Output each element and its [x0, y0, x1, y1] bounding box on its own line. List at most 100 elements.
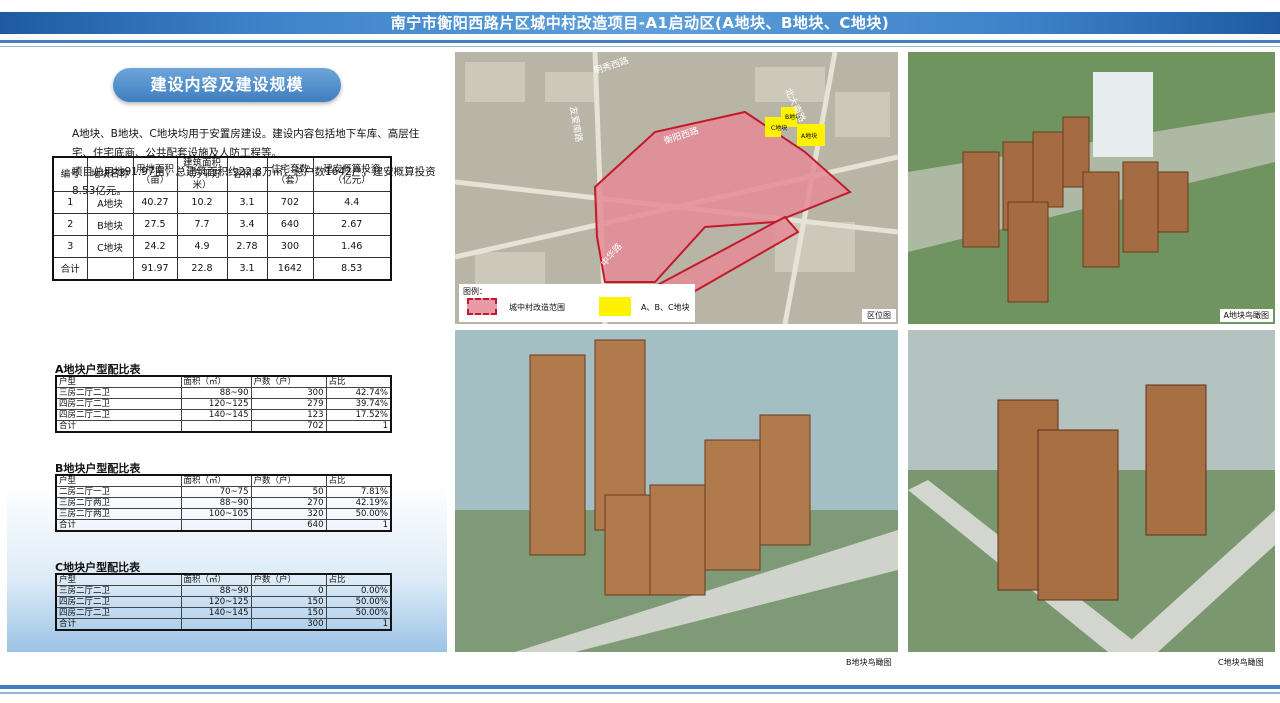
table-cell: 640 [266, 213, 314, 236]
table-row: 四房二厅二卫 140~145 123 17.52% [55, 409, 392, 421]
table-cell: 7.7 [176, 213, 228, 236]
table-cell [86, 257, 134, 280]
table-header-row: 户型 面积（㎡） 户数（户） 占比 [55, 573, 392, 586]
table-row: 三房二厅二卫 88~90 300 42.74% [55, 387, 392, 399]
aerial-b-graphic [455, 330, 898, 652]
table-cell: 户型 [55, 474, 182, 487]
table-cell: 40.27 [132, 191, 178, 214]
summary-header-cell: 建筑面积 （万平方米） [176, 156, 228, 192]
table-row: 合计 91.97 22.8 3.1 1642 8.53 [52, 257, 392, 280]
table-cell: 三房二厅二卫 [55, 585, 182, 597]
table-cell: 150 [250, 596, 327, 608]
table-cell: 140~145 [180, 607, 252, 619]
map-legend: 图例： 城中村改造范围 A、B、C地块 [459, 284, 695, 322]
table-cell: 面积（㎡） [180, 474, 252, 487]
table-cell: 合计 [52, 257, 88, 280]
table-row: 二房二厅一卫 70~75 50 7.81% [55, 486, 392, 498]
header: 南宁市衡阳西路片区城中村改造项目-A1启动区(A地块、B地块、C地块) [0, 0, 1280, 52]
table-cell: C地块 [86, 235, 134, 258]
table-cell: 279 [250, 398, 327, 410]
table-row: 四房二厅二卫 120~125 279 39.74% [55, 398, 392, 410]
table-cell: 0.00% [325, 585, 392, 597]
table-row: 2 B地块 27.5 7.7 3.4 640 2.67 [52, 213, 392, 236]
table-cell: 88~90 [180, 585, 252, 597]
table-cell: 150 [250, 607, 327, 619]
mix-table-b: 户型 面积（㎡） 户数（户） 占比 二房二厅一卫 70~75 50 7.81% … [55, 474, 392, 532]
table-row: 四房二厅二卫 120~125 150 50.00% [55, 596, 392, 608]
table-cell: 300 [250, 618, 327, 631]
table-cell: 50.00% [325, 607, 392, 619]
legend-title: 图例： [463, 287, 487, 296]
table-cell: 123 [250, 409, 327, 421]
table-row: 合计 640 1 [55, 519, 392, 532]
aerial-view-b [455, 330, 898, 652]
table-cell: 50.00% [325, 508, 392, 520]
footer-divider [0, 685, 1280, 689]
table-cell: 户型 [55, 375, 182, 388]
table-cell: 702 [250, 420, 327, 433]
summary-header-row: 编号 地块名称 用地面积 （亩） 建筑面积 （万平方米） 容积率 住宅套数 （套… [52, 156, 392, 192]
table-cell: 1 [52, 191, 88, 214]
aerial-b-caption: B地块鸟瞰图 [846, 658, 892, 667]
table-cell: 10.2 [176, 191, 228, 214]
table-cell: 300 [250, 387, 327, 399]
table-cell: 300 [266, 235, 314, 258]
table-row: 合计 300 1 [55, 618, 392, 631]
table-cell: 27.5 [132, 213, 178, 236]
table-cell: 合计 [55, 519, 182, 532]
summary-header-cell: 建安概算投资 （亿元） [312, 156, 392, 192]
legend-label-red: 城中村改造范围 [509, 303, 565, 312]
table-cell: 702 [266, 191, 314, 214]
table-cell: 4.4 [312, 191, 392, 214]
table-cell: 2.78 [226, 235, 268, 258]
table-cell: 三房二厅两卫 [55, 497, 182, 509]
aerial-view-c [908, 330, 1275, 652]
table-cell: 7.81% [325, 486, 392, 498]
table-cell: 四房二厅二卫 [55, 398, 182, 410]
table-cell: 50 [250, 486, 327, 498]
legend-swatch-yellow [599, 297, 631, 316]
table-cell: 88~90 [180, 497, 252, 509]
map-label-c: C地块 [771, 124, 787, 132]
legend-label-yellow: A、B、C地块 [641, 303, 690, 312]
header-divider [0, 40, 1280, 43]
table-cell: 四房二厅二卫 [55, 596, 182, 608]
page-title: 南宁市衡阳西路片区城中村改造项目-A1启动区(A地块、B地块、C地块) [390, 14, 890, 32]
table-cell: 100~105 [180, 508, 252, 520]
table-cell: B地块 [86, 213, 134, 236]
table-cell: 1 [325, 420, 392, 433]
table-cell: 面积（㎡） [180, 375, 252, 388]
aerial-c-graphic [908, 330, 1275, 652]
table-header-row: 户型 面积（㎡） 户数（户） 占比 [55, 474, 392, 487]
mix-table-a: 户型 面积（㎡） 户数（户） 占比 三房二厅二卫 88~90 300 42.74… [55, 375, 392, 433]
table-cell: 占比 [325, 375, 392, 388]
table-cell: 二房二厅一卫 [55, 486, 182, 498]
table-cell: 91.97 [132, 257, 178, 280]
table-cell: 8.53 [312, 257, 392, 280]
table-cell: 42.74% [325, 387, 392, 399]
table-cell: 四房二厅二卫 [55, 409, 182, 421]
table-cell: 2 [52, 213, 88, 236]
location-map: C地块 B地块 A地块 明秀西路 衡阳西路 北大南路 友爱南路 中华路 图例： … [455, 52, 898, 324]
table-cell: 3 [52, 235, 88, 258]
aerial-c-caption: C地块鸟瞰图 [1218, 658, 1264, 667]
summary-header-cell: 地块名称 [86, 156, 134, 192]
table-cell: 3.4 [226, 213, 268, 236]
table-row: 三房二厅二卫 88~90 0 0.00% [55, 585, 392, 597]
table-header-row: 户型 面积（㎡） 户数（户） 占比 [55, 375, 392, 388]
aerial-view-a: A地块鸟瞰图 [908, 52, 1275, 324]
table-cell: 合计 [55, 618, 182, 631]
aerial-a-caption: A地块鸟瞰图 [1219, 309, 1273, 322]
table-cell: 320 [250, 508, 327, 520]
table-cell [180, 519, 252, 532]
table-row: 三房二厅两卫 100~105 320 50.00% [55, 508, 392, 520]
summary-header-cell: 用地面积 （亩） [132, 156, 178, 192]
table-cell: 三房二厅两卫 [55, 508, 182, 520]
section-title: 建设内容及建设规模 [113, 68, 341, 102]
table-cell: 户数（户） [250, 474, 327, 487]
table-cell: 140~145 [180, 409, 252, 421]
table-cell: 1642 [266, 257, 314, 280]
table-cell: 三房二厅二卫 [55, 387, 182, 399]
summary-header-cell: 编号 [52, 156, 88, 192]
table-cell: 合计 [55, 420, 182, 433]
